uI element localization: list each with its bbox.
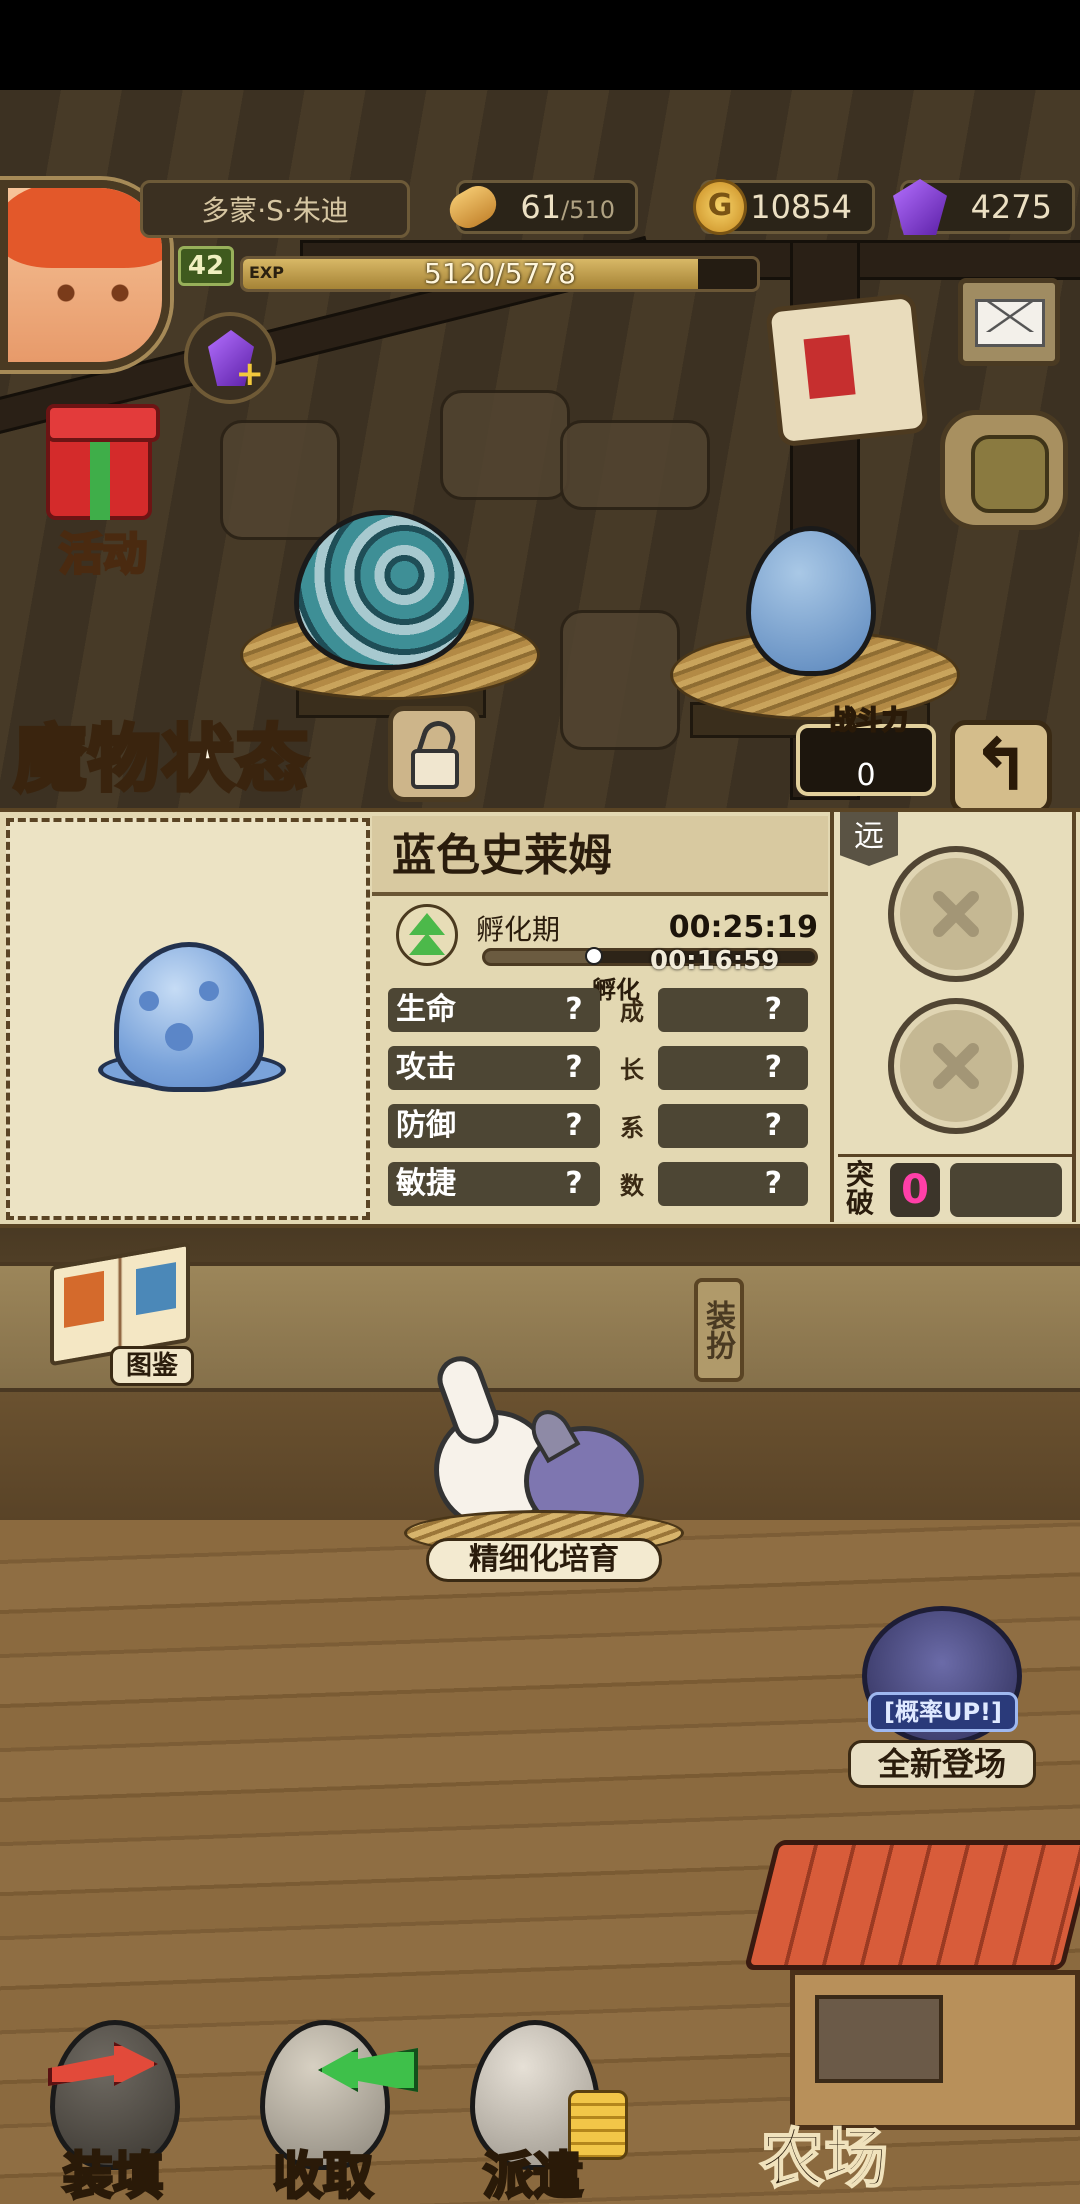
stat-growth: ? [658, 1104, 808, 1148]
exp-bar: EXP 5120/5778 [240, 256, 760, 292]
collect-button[interactable]: 收取 [238, 2020, 418, 2204]
envelope-icon [975, 299, 1045, 347]
plus-icon: + [235, 354, 265, 394]
stat-value: ? [565, 1166, 583, 1201]
combat-power-label: 战斗力 [829, 705, 909, 737]
fine-breeding-button[interactable]: 精细化培育 [404, 1370, 684, 1590]
combat-power-value: 0 [856, 758, 876, 793]
dispatch-button[interactable]: 派遣 [448, 2020, 628, 2204]
stat-row-defense: 防御 ? 系 ? [388, 1104, 808, 1148]
wall-stone [220, 420, 340, 540]
rate-up-badge: [概率UP!] [868, 1692, 1018, 1732]
backpack-button[interactable] [940, 410, 1068, 530]
gift-icon [46, 404, 160, 520]
panel-title: 魔物状态 [12, 715, 311, 803]
stamina-counter[interactable]: 61 /510 [443, 179, 638, 235]
quest-scroll-icon[interactable] [765, 292, 929, 448]
farm-wall [790, 1970, 1080, 2130]
fine-breeding-label: 精细化培育 [426, 1538, 662, 1582]
monster-status-panel: 蓝色史莱姆 孵化期 00:25:19 00:16:59 孵化 生命 ? 成 ? … [0, 808, 1080, 1228]
hatch-remaining-time: 00:16:59 [650, 946, 780, 976]
skill-slot-empty[interactable] [888, 998, 1024, 1134]
gem-value: 4275 [970, 188, 1052, 226]
player-level: 42 [178, 246, 234, 286]
stat-growth: ? [658, 1046, 808, 1090]
monster-info: 蓝色史莱姆 孵化期 00:25:19 00:16:59 孵化 生命 ? 成 ? … [372, 812, 828, 1222]
new-arrival-gacha-button[interactable]: [概率UP!] 全新登场 [842, 1606, 1042, 1796]
farm-roof [743, 1840, 1080, 1970]
load-button[interactable]: 装填 [28, 2020, 198, 2204]
activity-button[interactable]: 活动 [18, 400, 178, 582]
combat-power-box: 战斗力 0 [796, 705, 936, 796]
farm-label[interactable]: 农场 [759, 2108, 889, 2200]
skill-column: 远 突破 0 [830, 812, 1076, 1222]
mail-button[interactable] [958, 278, 1060, 366]
breakthrough-slot[interactable] [950, 1163, 1062, 1217]
gold-coin-icon: G [693, 179, 747, 235]
growth-char: 数 [620, 1172, 644, 1200]
blue-slime-image [98, 932, 286, 1092]
gold-value: 10854 [750, 188, 852, 226]
stat-row-attack: 攻击 ? 长 ? [388, 1046, 808, 1090]
range-tag: 远 [840, 812, 898, 866]
skill-slot-empty[interactable] [888, 846, 1024, 982]
evolve-arrow-icon[interactable] [396, 904, 458, 966]
buy-gems-button[interactable]: + [184, 312, 276, 404]
monster-book-button[interactable]: 图鉴 [40, 1241, 200, 1394]
hatch-label: 孵化期 [476, 913, 561, 946]
stamina-max: /510 [561, 196, 615, 224]
monster-name: 蓝色史莱姆 [372, 816, 828, 896]
growth-char: 长 [620, 1056, 644, 1084]
collect-label: 收取 [272, 2146, 375, 2204]
stat-value: ? [565, 992, 583, 1027]
farm-building[interactable] [743, 1840, 1080, 2140]
hatch-total-time: 00:25:19 [668, 910, 818, 945]
stamina-value: 61 [520, 188, 562, 226]
growth-char: 系 [620, 1114, 644, 1142]
breakthrough-label: 突破 [846, 1158, 875, 1219]
monster-portrait [6, 818, 370, 1220]
avatar-eyes [48, 283, 138, 303]
wall-stone [560, 610, 680, 750]
hatch-progress-knob [584, 947, 603, 965]
slime-body [114, 942, 264, 1092]
stat-value: ? [565, 1108, 583, 1143]
lock-icon [411, 749, 459, 789]
wall-stone [440, 390, 570, 500]
exp-text: 5120/5778 [424, 257, 576, 290]
stat-row-agility: 敏捷 ? 数 ? [388, 1162, 808, 1206]
growth-char: 成 [620, 998, 644, 1026]
activity-label: 活动 [58, 528, 149, 582]
gem-counter[interactable]: 4275 [893, 179, 1075, 235]
stat-growth: ? [658, 1162, 808, 1206]
back-button[interactable]: ↰ [950, 720, 1052, 814]
stat-row-hp: 生命 ? 成 ? [388, 988, 808, 1032]
purple-gem-icon [893, 179, 947, 235]
dispatch-label: 派遣 [482, 2146, 585, 2204]
new-arrival-label: 全新登场 [848, 1740, 1036, 1788]
stat-value: ? [565, 1050, 583, 1085]
breakthrough-box: 突破 0 [838, 1154, 1074, 1218]
breakthrough-value: 0 [890, 1163, 940, 1217]
wall-stone [560, 420, 710, 510]
hatch-progress-fill [485, 951, 594, 963]
game-screen: 多蒙·S·朱迪 61 /510 G 10854 4275 42 EXP 5120… [0, 0, 1080, 2204]
player-name: 多蒙·S·朱迪 [140, 180, 410, 238]
gold-counter[interactable]: G 10854 [693, 179, 875, 235]
stat-growth: ? [658, 988, 808, 1032]
monster-book-label: 图鉴 [110, 1346, 194, 1386]
load-label: 装填 [62, 2146, 165, 2204]
dress-up-button[interactable]: 装扮 [694, 1278, 744, 1382]
lock-button[interactable] [388, 706, 480, 802]
